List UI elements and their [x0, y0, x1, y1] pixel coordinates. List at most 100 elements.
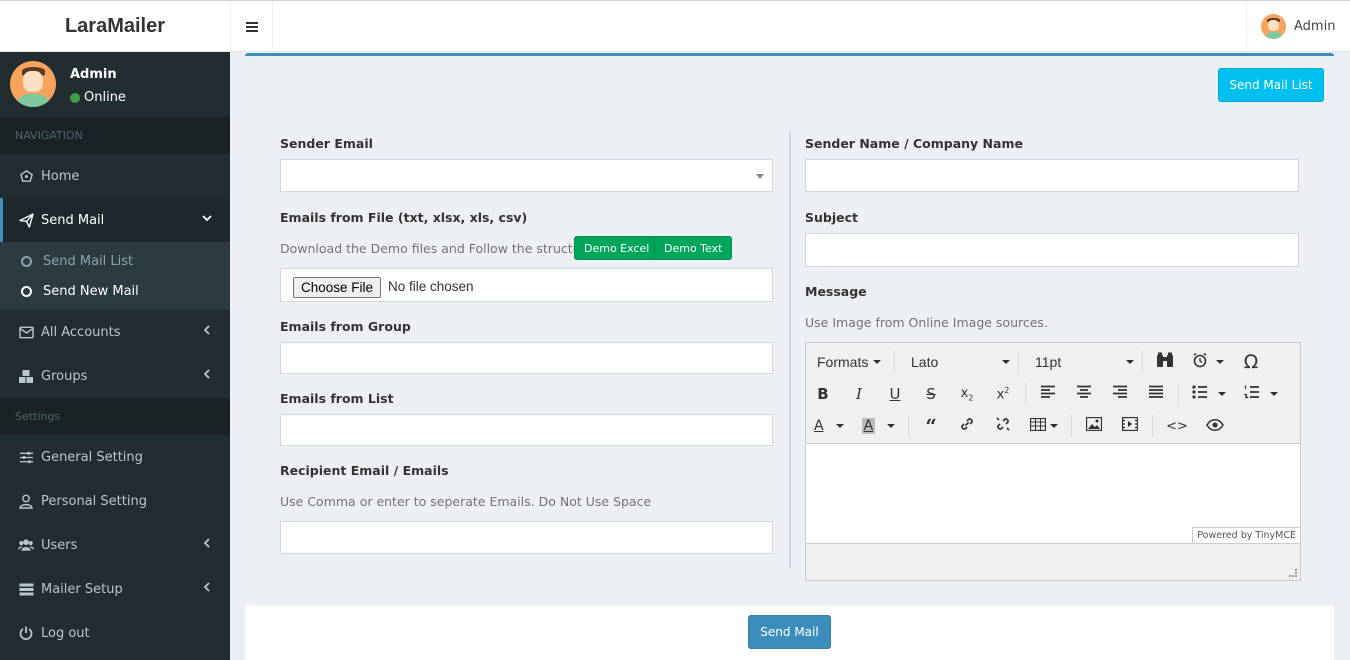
code-icon: <> [1166, 418, 1188, 434]
align-justify-button[interactable] [1142, 381, 1170, 407]
subscript-button[interactable]: x2 [953, 381, 981, 407]
align-justify-icon [1148, 385, 1164, 403]
sidebar-subitem-send-new-mail[interactable]: Send New Mail [0, 276, 230, 306]
remove-link-button[interactable] [989, 413, 1017, 439]
demo-excel-button[interactable]: Demo Excel [574, 236, 660, 260]
emails-file-input[interactable]: Choose File No file chosen [280, 268, 773, 302]
user-menu[interactable]: Admin [1246, 1, 1350, 52]
recipient-email-input[interactable] [280, 521, 773, 554]
sidebar-item-all-accounts[interactable]: All Accounts [0, 310, 230, 354]
sender-email-select[interactable] [280, 159, 773, 192]
align-right-button[interactable] [1106, 381, 1134, 407]
send-mail-form-box: Send Mail List Sender Email Emails from … [245, 53, 1334, 660]
circle-icon [21, 255, 32, 267]
user-menu-name: Admin [1294, 19, 1336, 34]
sidebar-item-general-setting[interactable]: General Setting [0, 435, 230, 479]
editor-toolbar-row-2: B I U S x2 x2 [806, 378, 1300, 410]
send-mail-button[interactable]: Send Mail [748, 615, 831, 649]
message-label: Message [805, 284, 867, 299]
font-size-label: 11pt [1035, 354, 1062, 370]
sliders-icon [18, 449, 34, 465]
sidebar-item-groups[interactable]: Groups [0, 354, 230, 398]
sidebar-toggle-button[interactable] [230, 1, 273, 52]
sender-name-input[interactable] [805, 159, 1299, 192]
italic-button[interactable]: I [845, 381, 873, 407]
font-size-dropdown[interactable]: 11pt [1027, 349, 1142, 375]
eye-icon [1206, 417, 1224, 435]
bullet-list-button[interactable] [1187, 381, 1231, 407]
numbered-list-button[interactable] [1239, 381, 1283, 407]
binoculars-icon [1156, 352, 1174, 372]
text-color-button[interactable]: A [809, 413, 849, 439]
emails-from-list-label: Emails from List [280, 391, 394, 406]
bold-button[interactable]: B [809, 381, 837, 407]
sidebar-item-personal-setting[interactable]: Personal Setting [0, 479, 230, 523]
align-center-button[interactable] [1070, 381, 1098, 407]
special-character-button[interactable]: Ω [1237, 349, 1265, 375]
user-status-text: Online [84, 90, 126, 105]
link-icon [959, 416, 975, 436]
image-icon [1086, 416, 1103, 435]
chevron-left-icon [202, 324, 212, 338]
align-left-button[interactable] [1034, 381, 1062, 407]
insert-datetime-button[interactable] [1187, 349, 1229, 375]
chevron-down-icon [202, 212, 212, 226]
alarm-clock-icon [1192, 352, 1208, 372]
unlink-icon [995, 416, 1011, 436]
sidebar-item-send-mail[interactable]: Send Mail [0, 198, 230, 242]
emails-from-list-input[interactable] [280, 414, 773, 446]
insert-image-button[interactable] [1080, 413, 1108, 439]
sidebar-item-label: Mailer Setup [41, 581, 123, 597]
dashboard-icon [18, 168, 34, 184]
column-divider [789, 132, 791, 568]
font-family-dropdown[interactable]: Lato [903, 349, 1018, 375]
italic-icon: I [856, 385, 862, 403]
source-code-button[interactable]: <> [1161, 413, 1193, 439]
subscript-icon: x2 [960, 385, 974, 403]
power-icon [18, 625, 34, 641]
user-icon [18, 493, 34, 509]
app-logo[interactable]: LaraMailer [0, 1, 230, 52]
sender-email-label: Sender Email [280, 136, 373, 151]
underline-button[interactable]: U [881, 381, 909, 407]
table-button[interactable] [1025, 413, 1063, 439]
sidebar-item-home[interactable]: Home [0, 154, 230, 198]
formats-dropdown[interactable]: Formats [809, 349, 894, 375]
preview-button[interactable] [1201, 413, 1229, 439]
caret-down-icon [1002, 360, 1010, 364]
sidebar: Admin Online NAVIGATION Home Send Mail S… [0, 52, 230, 660]
powered-by-tinymce[interactable]: Powered by TinyMCE [1192, 527, 1300, 543]
sender-name-label: Sender Name / Company Name [805, 136, 1023, 151]
sidebar-item-users[interactable]: Users [0, 523, 230, 567]
strikethrough-icon: S [926, 385, 936, 403]
send-mail-submenu: Send Mail List Send New Mail [0, 242, 230, 310]
video-icon [1122, 416, 1139, 435]
emails-from-group-input[interactable] [280, 342, 773, 374]
choose-file-button[interactable]: Choose File [293, 277, 382, 298]
sidebar-item-log-out[interactable]: Log out [0, 611, 230, 655]
font-family-label: Lato [911, 354, 939, 370]
blockquote-button[interactable]: “ [917, 413, 945, 439]
message-editor-body[interactable]: Powered by TinyMCE [806, 443, 1300, 544]
sidebar-item-mailer-setup[interactable]: Mailer Setup [0, 567, 230, 611]
insert-link-button[interactable] [953, 413, 981, 439]
insert-media-button[interactable] [1116, 413, 1144, 439]
users-icon [18, 537, 34, 553]
bullet-list-icon [1192, 385, 1208, 403]
sidebar-subitem-send-mail-list[interactable]: Send Mail List [0, 246, 230, 276]
editor-resize-handle[interactable] [1289, 569, 1297, 577]
demo-text-button[interactable]: Demo Text [654, 236, 733, 260]
user-panel: Admin Online [0, 52, 230, 117]
section-header-settings: Settings [0, 398, 230, 435]
superscript-button[interactable]: x2 [989, 381, 1017, 407]
strikethrough-button[interactable]: S [917, 381, 945, 407]
subject-input[interactable] [805, 233, 1299, 267]
sidebar-item-label: Personal Setting [41, 493, 147, 509]
caret-down-icon [1050, 424, 1059, 428]
section-header-navigation: NAVIGATION [0, 117, 230, 154]
bold-icon: B [817, 385, 829, 403]
send-mail-list-button[interactable]: Send Mail List [1218, 68, 1324, 102]
sidebar-item-label: Groups [41, 368, 88, 384]
find-replace-button[interactable] [1151, 349, 1179, 375]
background-color-button[interactable]: A [857, 413, 901, 439]
